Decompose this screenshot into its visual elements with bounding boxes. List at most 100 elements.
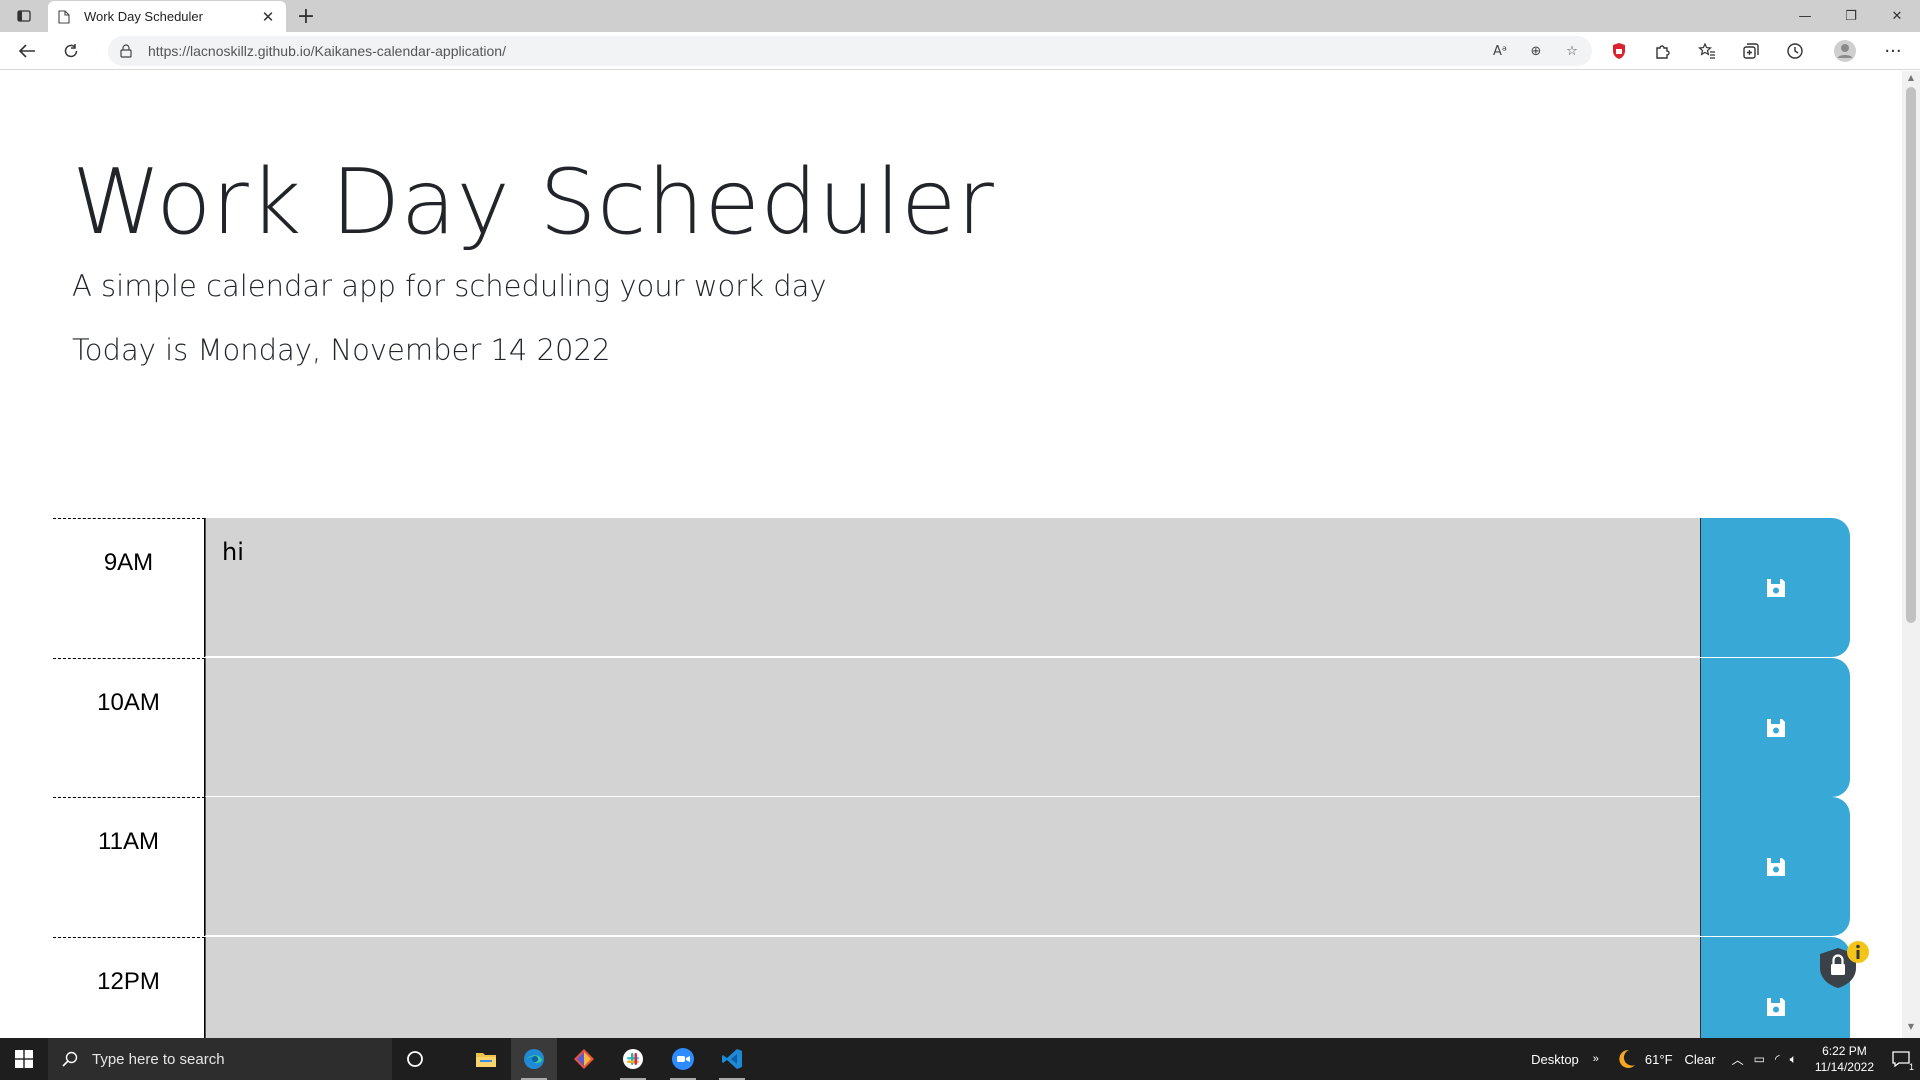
favorites-button[interactable]: [1692, 37, 1722, 65]
collections-button[interactable]: [1736, 37, 1766, 65]
settings-more-icon[interactable]: ···: [1878, 37, 1908, 65]
zoom-icon[interactable]: ⊕: [1526, 41, 1546, 61]
add-favorite-icon[interactable]: ☆: [1562, 41, 1582, 61]
extension-shield-button[interactable]: [1604, 37, 1634, 65]
edge-browser-icon: [524, 1049, 544, 1069]
system-clock[interactable]: 6:22 PM 11/14/2022: [1805, 1043, 1884, 1075]
tray-icons: ︿ ▭ ◜ 🔈︎: [1724, 1038, 1805, 1080]
window-controls: — ❐ ✕: [1782, 0, 1920, 32]
slack-button[interactable]: [610, 1038, 656, 1080]
taskbar-search[interactable]: Type here to search: [48, 1038, 392, 1080]
floppy-disk-icon: [1766, 857, 1785, 876]
refresh-button[interactable]: [56, 37, 86, 65]
favorites-icon: [1698, 42, 1715, 59]
back-button[interactable]: [12, 37, 42, 65]
weather-widget[interactable]: 61°F Clear: [1607, 1038, 1724, 1080]
time-block-9am: 9AM hi: [53, 518, 1850, 657]
back-arrow-icon: [18, 44, 35, 58]
new-tab-button[interactable]: +: [294, 4, 318, 29]
password-manager-lock-icon[interactable]: [1818, 940, 1870, 996]
restore-icon[interactable]: ❐: [1828, 0, 1874, 32]
search-icon: [62, 1051, 78, 1067]
clock-date: 11/14/2022: [1814, 1060, 1874, 1074]
windows-logo-icon: [15, 1050, 33, 1068]
tab-actions-icon: [17, 10, 31, 22]
url-text[interactable]: https://lacnoskillz.github.io/Kaikanes-c…: [148, 43, 506, 59]
save-button[interactable]: [1700, 518, 1850, 657]
git-app-icon: [574, 1049, 594, 1069]
history-icon: [1787, 43, 1803, 59]
save-button[interactable]: [1700, 658, 1850, 797]
weather-description: Clear: [1684, 1051, 1716, 1067]
scrollbar-thumb[interactable]: [1906, 87, 1916, 623]
desktop-toolbar[interactable]: Desktop »: [1523, 1038, 1607, 1080]
hour-label: 9AM: [53, 518, 205, 657]
puzzle-icon: [1656, 45, 1670, 59]
extensions-button[interactable]: [1648, 37, 1678, 65]
header: Work Day Scheduler A simple calendar app…: [72, 151, 1872, 368]
read-aloud-icon[interactable]: Aᵃ: [1490, 41, 1510, 61]
file-explorer-button[interactable]: [463, 1038, 509, 1080]
scroll-down-icon[interactable]: ▼: [1902, 1022, 1920, 1036]
browser-tabstrip: Work Day Scheduler ✕ + — ❐ ✕: [0, 0, 1920, 32]
page-content: Work Day Scheduler A simple calendar app…: [0, 71, 1902, 1038]
clock-time: 6:22 PM: [1822, 1044, 1867, 1058]
gitkraken-button[interactable]: [561, 1038, 607, 1080]
search-placeholder: Type here to search: [92, 1050, 225, 1068]
time-block-12pm: 12PM: [53, 937, 1850, 1038]
floppy-disk-icon: [1766, 718, 1785, 737]
floppy-disk-icon: [1766, 578, 1785, 597]
notification-icon: [1892, 1051, 1910, 1067]
notification-count: 1: [1908, 1062, 1914, 1072]
browser-toolbar: https://lacnoskillz.github.io/Kaikanes-c…: [0, 32, 1920, 70]
cortana-icon: [407, 1051, 423, 1067]
vscode-icon: [722, 1049, 742, 1069]
save-button[interactable]: [1700, 797, 1850, 936]
folder-icon: [476, 1053, 496, 1067]
avatar-icon: [1834, 40, 1856, 62]
page-scrollbar[interactable]: ▲ ▼: [1902, 71, 1920, 1038]
zoom-app-icon: [672, 1048, 694, 1070]
shield-extension-icon: [1613, 43, 1625, 59]
wifi-icon[interactable]: ◜: [1775, 1052, 1780, 1066]
floppy-disk-icon: [1766, 997, 1785, 1016]
hour-label: 10AM: [53, 658, 205, 797]
current-day: Today is Monday, November 14 2022: [72, 333, 611, 367]
hour-label: 11AM: [53, 797, 205, 936]
cortana-button[interactable]: [392, 1038, 438, 1080]
moon-icon: [1619, 1049, 1635, 1068]
time-block-11am: 11AM: [53, 797, 1850, 936]
page-subtitle: A simple calendar app for scheduling you…: [72, 269, 827, 303]
event-textarea[interactable]: [205, 797, 1700, 936]
address-bar-icons: Aᵃ ⊕ ☆: [1490, 36, 1582, 66]
collections-icon: [1743, 43, 1759, 59]
event-textarea[interactable]: hi: [205, 518, 1700, 657]
history-button[interactable]: [1780, 37, 1810, 65]
refresh-icon: [64, 44, 78, 58]
windows-taskbar: Type here to search Desktop » 61°F Clear: [0, 1038, 1920, 1080]
slack-icon: [623, 1049, 643, 1069]
tab-title: Work Day Scheduler: [84, 9, 203, 24]
minimize-icon[interactable]: —: [1782, 0, 1828, 32]
lock-icon[interactable]: [120, 43, 136, 59]
close-window-icon[interactable]: ✕: [1874, 0, 1920, 32]
device-icon[interactable]: ▭: [1754, 1052, 1765, 1066]
browser-tab[interactable]: Work Day Scheduler ✕: [48, 1, 286, 32]
vscode-button[interactable]: [709, 1038, 755, 1080]
event-textarea[interactable]: [205, 658, 1700, 797]
edge-button[interactable]: [511, 1038, 557, 1080]
volume-icon[interactable]: 🔈︎: [1790, 1052, 1797, 1067]
scroll-up-icon[interactable]: ▲: [1902, 73, 1920, 87]
notification-center-button[interactable]: 1: [1884, 1038, 1920, 1080]
time-block-10am: 10AM: [53, 658, 1850, 797]
close-tab-icon[interactable]: ✕: [260, 8, 276, 26]
start-button[interactable]: [0, 1038, 48, 1080]
chevron-right-icon: »: [1592, 1053, 1599, 1065]
chevron-up-icon[interactable]: ︿: [1732, 1051, 1744, 1068]
profile-button[interactable]: [1830, 37, 1860, 65]
system-tray: Desktop » 61°F Clear ︿ ▭ ◜ 🔈︎ 6:22 PM 11…: [1523, 1038, 1920, 1080]
zoom-button[interactable]: [660, 1038, 706, 1080]
tab-actions-button[interactable]: [0, 0, 48, 32]
event-textarea[interactable]: [205, 937, 1700, 1038]
address-bar[interactable]: https://lacnoskillz.github.io/Kaikanes-c…: [108, 36, 1592, 66]
